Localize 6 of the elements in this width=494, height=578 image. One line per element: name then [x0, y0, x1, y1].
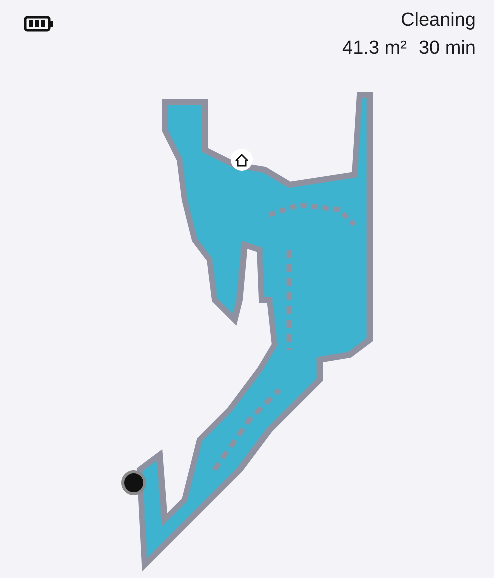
- cleaning-status: Cleaning: [401, 10, 476, 32]
- cleaned-area: 41.3 m²: [342, 38, 407, 60]
- cleaning-time: 30 min: [418, 38, 476, 60]
- home-icon[interactable]: [231, 149, 253, 171]
- battery-icon: [24, 16, 54, 32]
- robot-icon: [122, 470, 146, 496]
